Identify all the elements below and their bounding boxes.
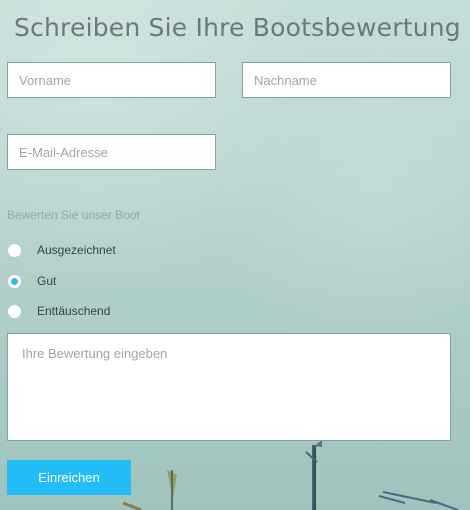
page-title: Schreiben Sie Ihre Bootsbewertung bbox=[14, 13, 461, 42]
first-name-input[interactable] bbox=[7, 62, 216, 98]
rating-label: Bewerten Sie unser Boot bbox=[7, 208, 140, 222]
email-input[interactable] bbox=[7, 134, 216, 170]
radio-selected-icon[interactable] bbox=[7, 273, 22, 289]
boat-review-page: Schreiben Sie Ihre Bootsbewertung Bewert… bbox=[0, 0, 470, 510]
rating-option-good[interactable]: Gut bbox=[7, 272, 56, 290]
submit-button[interactable]: Einreichen bbox=[7, 460, 131, 495]
review-textarea[interactable] bbox=[7, 333, 451, 441]
rating-option-label: Ausgezeichnet bbox=[37, 243, 116, 257]
radio-selected-dot-icon bbox=[11, 277, 18, 285]
radio-unselected-icon[interactable] bbox=[7, 242, 22, 258]
radio-unselected-icon[interactable] bbox=[7, 303, 22, 319]
rating-option-label: Gut bbox=[37, 274, 57, 288]
rating-option-excellent[interactable]: Ausgezeichnet bbox=[7, 241, 116, 259]
last-name-input[interactable] bbox=[242, 62, 451, 98]
rating-option-label: Enttäuschend bbox=[37, 304, 111, 318]
rating-option-disappointing[interactable]: Enttäuschend bbox=[7, 302, 110, 320]
